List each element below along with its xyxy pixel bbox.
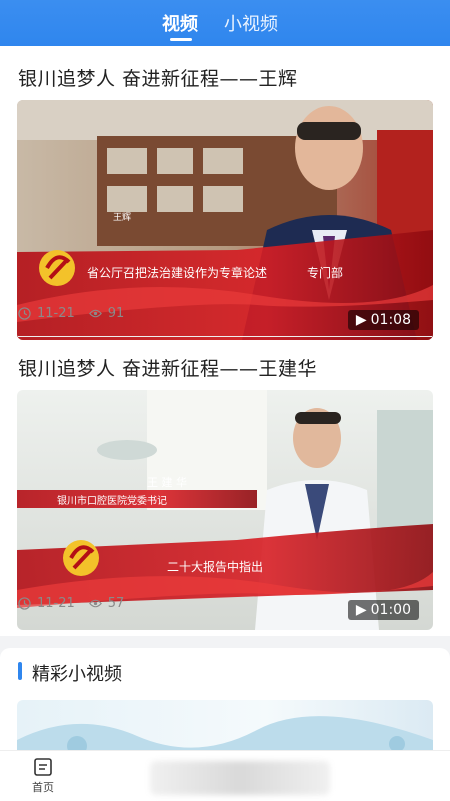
video-thumbnail[interactable]: 王辉 省公厅召把法治建设作为专章论述 专门部 ▶ 01:08 [17,100,433,340]
section-accent-bar [18,662,22,680]
name-caption: 王辉 [113,213,132,223]
eye-icon [88,309,102,318]
duration-badge: ▶ 01:00 [347,600,419,620]
section-title: 精彩小视频 [32,664,122,685]
publish-date: 11-21 [37,306,75,321]
eye-icon [88,599,102,608]
short-video-thumbnails[interactable] [17,700,433,756]
blurred-overlay [150,761,330,795]
subtitle-caption: 二十大报告中指出 [167,560,264,574]
view-count: 57 [107,596,125,611]
video-frame-2 [17,390,433,630]
tab-short-video[interactable]: 小视频 [224,10,278,36]
view-count: 91 [107,306,125,321]
home-icon [34,758,52,776]
duration-text: 01:00 [370,602,411,618]
name-caption: 王 建 华 [147,476,187,489]
clock-icon [18,307,31,320]
publish-date: 11-21 [37,596,75,611]
video-title[interactable]: 银川追梦人 奋进新征程——王建华 [18,354,317,381]
short-video-preview [17,716,433,756]
nav-home[interactable]: 首页 [22,757,64,795]
video-meta: 11-21 91 [18,306,124,321]
top-bar: 视频 小视频 [0,0,450,46]
nav-home-label: 首页 [32,781,54,794]
video-frame-1 [17,100,433,340]
divider [18,336,432,337]
duration-text: 01:08 [370,312,411,328]
video-list: 银川追梦人 奋进新征程——王辉 王辉 省公厅召把法治建设作为专章论述 专门部 ▶… [0,46,450,636]
clock-icon [18,597,31,610]
short-video-section: 精彩小视频 [0,648,450,758]
subtitle-caption-suffix: 专门部 [307,266,344,280]
role-caption: 银川市口腔医院党委书记 [57,496,167,507]
duration-badge: ▶ 01:08 [347,310,419,330]
video-thumbnail[interactable]: 王 建 华 银川市口腔医院党委书记 二十大报告中指出 ▶ 01:00 [17,390,433,630]
bottom-nav: 首页 [0,750,450,801]
subtitle-caption: 省公厅召把法治建设作为专章论述 [87,266,268,280]
tab-video[interactable]: 视频 [162,10,198,36]
play-icon: ▶ [355,312,367,328]
video-title[interactable]: 银川追梦人 奋进新征程——王辉 [18,64,298,91]
video-meta: 11-21 57 [18,596,124,611]
active-tab-indicator [170,38,192,41]
play-icon: ▶ [355,602,367,618]
